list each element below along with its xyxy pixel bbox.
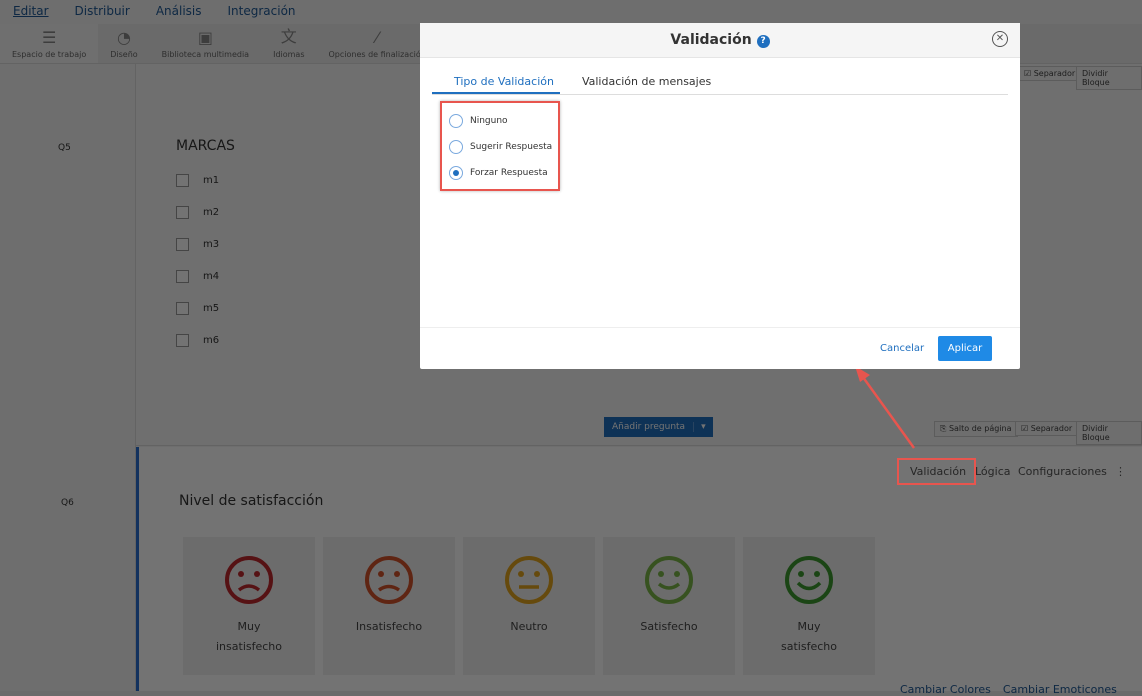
radio-label: Sugerir Respuesta (470, 142, 553, 152)
image-icon: ▣ (197, 28, 213, 47)
option-label: m5 (203, 303, 220, 314)
checkbox[interactable] (176, 174, 189, 187)
option-label: m1 (203, 175, 220, 186)
tool-label: Diseño (110, 50, 138, 59)
tool-languages[interactable]: 文 Idiomas (261, 24, 316, 63)
radio-button[interactable] (449, 114, 463, 128)
radio-ninguno[interactable]: Ninguno (449, 114, 508, 128)
emoticon-label: Satisfecho (640, 620, 698, 633)
face-icon (505, 556, 553, 604)
tool-label: Idiomas (273, 50, 305, 59)
tool-design[interactable]: ◔ Diseño (98, 24, 149, 63)
nav-editar[interactable]: Editar (0, 0, 62, 24)
validation-modal: Validación ? ✕ Tipo de Validación Valida… (420, 23, 1020, 369)
checkbox-option[interactable]: m6 (176, 334, 219, 347)
palette-icon: ◔ (116, 28, 131, 47)
btn-label: Separador (1033, 69, 1076, 78)
radio-label: Forzar Respuesta (470, 168, 548, 178)
tool-label: Biblioteca multimedia (161, 50, 250, 59)
chevron-down-icon[interactable]: ▾ (693, 422, 713, 432)
option-label: m2 (203, 207, 220, 218)
option-label: m4 (203, 271, 220, 282)
face-icon (785, 556, 833, 604)
change-emoticons-link[interactable]: Cambiar Emoticones (1003, 683, 1117, 696)
modal-title: Validación (670, 32, 752, 48)
checkbox-option[interactable]: m5 (176, 302, 219, 315)
checkbox[interactable] (176, 238, 189, 251)
emoticon-label: Muy satisfecho (781, 620, 837, 653)
change-colors-link[interactable]: Cambiar Colores (900, 683, 991, 696)
translate-icon: 文 (280, 27, 297, 46)
emoticon-option[interactable]: Insatisfecho (323, 537, 455, 675)
btn-label: Separador (1030, 424, 1073, 433)
option-label: m6 (203, 335, 220, 346)
cancel-button[interactable]: Cancelar (880, 343, 924, 354)
tab-settings[interactable]: Configuraciones (1018, 465, 1107, 478)
split-block-button[interactable]: Dividir Bloque (1076, 421, 1142, 445)
top-nav: Editar Distribuir Análisis Integración (0, 0, 1142, 24)
emoticon-option[interactable]: Satisfecho (603, 537, 735, 675)
radio-forzar[interactable]: Forzar Respuesta (449, 166, 548, 180)
option-label: m3 (203, 239, 220, 250)
tool-label: Espacio de trabajo (12, 50, 87, 59)
tab-validation-type[interactable]: Tipo de Validación (432, 70, 560, 94)
radio-button[interactable] (449, 166, 463, 180)
add-question-label: Añadir pregunta (612, 422, 686, 432)
tab-validation[interactable]: Validación (910, 465, 966, 478)
radio-sugerir[interactable]: Sugerir Respuesta (449, 140, 552, 154)
emoticon-option[interactable]: Neutro (463, 537, 595, 675)
checkbox[interactable] (176, 302, 189, 315)
checkbox-option[interactable]: m2 (176, 206, 219, 219)
nav-integracion[interactable]: Integración (215, 0, 309, 24)
radio-label: Ninguno (470, 116, 508, 126)
tool-media[interactable]: ▣ Biblioteca multimedia (150, 24, 261, 63)
emoticon-label: Muy insatisfecho (216, 620, 282, 653)
separator-button[interactable]: ☑ Separador (1015, 421, 1079, 436)
tool-workspace[interactable]: ☰ Espacio de trabajo (0, 24, 99, 63)
face-icon (365, 556, 413, 604)
separator-button-top[interactable]: ☑ Separador (1018, 66, 1082, 81)
checkbox-option[interactable]: m3 (176, 238, 219, 251)
nav-analisis[interactable]: Análisis (143, 0, 215, 24)
split-block-button-top[interactable]: Dividir Bloque (1076, 66, 1142, 90)
btn-label: Salto de página (948, 424, 1012, 433)
q6-title: Nivel de satisfacción (179, 493, 324, 509)
checkbox[interactable] (176, 334, 189, 347)
add-question-button[interactable]: Añadir pregunta ▾ (604, 417, 713, 437)
emoticon-option[interactable]: Muy insatisfecho (183, 537, 315, 675)
face-icon (645, 556, 693, 604)
more-options-icon[interactable]: ⋮ (1115, 465, 1126, 478)
tab-validation-messages[interactable]: Validación de mensajes (560, 70, 721, 94)
q5-label: Q5 (58, 143, 71, 153)
question-number-column (0, 64, 136, 691)
q6-label: Q6 (61, 498, 74, 508)
checkbox[interactable] (176, 270, 189, 283)
validation-type-options: Ninguno Sugerir Respuesta Forzar Respues… (440, 101, 560, 191)
face-icon (225, 556, 273, 604)
radio-button[interactable] (449, 140, 463, 154)
checkbox-option[interactable]: m1 (176, 174, 219, 187)
checkbox[interactable] (176, 206, 189, 219)
q5-title: MARCAS (176, 138, 235, 154)
apply-button[interactable]: Aplicar (938, 336, 992, 361)
wand-icon: ⁄ (375, 28, 379, 47)
modal-footer-divider (420, 327, 1020, 328)
emoticon-option[interactable]: Muy satisfecho (743, 537, 875, 675)
list-icon: ☰ (41, 28, 57, 47)
emoticon-label: Neutro (510, 620, 548, 633)
tab-logic[interactable]: Lógica (975, 465, 1011, 478)
page-break-button[interactable]: ⎘ Salto de página (934, 421, 1018, 437)
tool-label: Opciones de finalización (328, 50, 426, 59)
q6-links: Cambiar Colores Cambiar Emoticones (900, 683, 1117, 696)
emoticon-label: Insatisfecho (355, 620, 423, 633)
help-icon[interactable]: ? (756, 35, 770, 48)
checkbox-option[interactable]: m4 (176, 270, 219, 283)
nav-distribuir[interactable]: Distribuir (62, 0, 143, 24)
close-icon[interactable]: ✕ (992, 31, 1008, 47)
